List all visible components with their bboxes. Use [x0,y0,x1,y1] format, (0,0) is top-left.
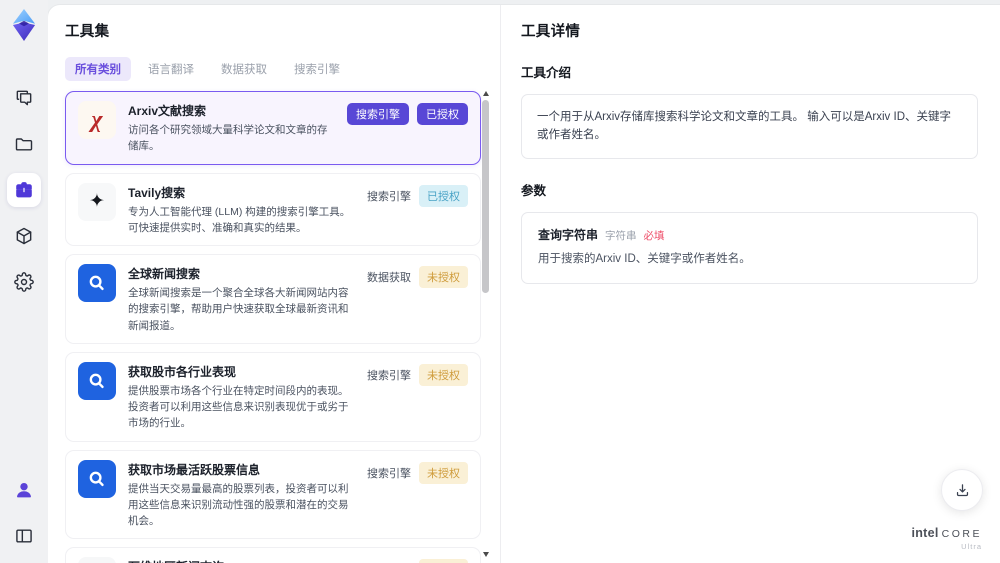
tool-description: 全球新闻搜索是一个聚合全球各大新闻网站内容的搜索引擎，帮助用户快速获取全球最新资… [128,287,349,332]
tool-card-global-news[interactable]: 全球新闻搜索 全球新闻搜索是一个聚合全球各大新闻网站内容的搜索引擎，帮助用户快速… [65,254,481,344]
tool-tags: 搜索引擎 未授权 [367,362,468,386]
detail-title: 工具详情 [521,24,581,40]
parameter-description: 用于搜索的Arxiv ID、关键字或作者姓名。 [538,252,751,265]
arxiv-icon: χ [78,101,116,139]
tool-name: 全球新闻搜索 [128,267,201,282]
category-tabs: 所有类别 语言翻译 数据获取 搜索引擎 [65,57,500,81]
category-label: 搜索引擎 [367,467,411,480]
search-icon [78,459,116,498]
status-badge: 未授权 [419,363,468,386]
tool-card-most-active-stocks[interactable]: 获取市场最活跃股票信息 提供当天交易量最高的股票列表，投资者可以利用这些信息来识… [65,449,481,540]
main-shell: 工具集 所有类别 语言翻译 数据获取 搜索引擎 χ Arxiv文献搜索 访问各个… [48,5,1000,563]
parameter-item: 查询字符串 字符串 必填 用于搜索的Arxiv ID、关键字或作者姓名。 [521,211,978,285]
tools-panel: 工具集 所有类别 语言翻译 数据获取 搜索引擎 χ Arxiv文献搜索 访问各个… [48,5,500,563]
parameter-type: 字符串 [605,229,637,242]
parameter-name: 查询字符串 [538,227,599,242]
tool-info: 获取股市各行业表现 提供股票市场各个行业在特定时间段内的表现。投资者可以利用这些… [128,362,357,432]
tool-tags: 数据获取 未授权 [367,264,468,289]
parameter-head: 查询字符串 字符串 必填 [538,226,961,243]
tab-search-engine[interactable]: 搜索引擎 [284,57,350,81]
status-badge: 已授权 [417,103,468,125]
tool-list: χ Arxiv文献搜索 访问各个研究领域大量科学论文和文章的存储库。 搜索引擎 … [65,91,481,563]
tool-description: 提供当天交易量最高的股票列表，投资者可以利用这些信息来识别流动性强的股票和潜在的… [128,482,349,528]
tool-card-arxiv[interactable]: χ Arxiv文献搜索 访问各个研究领域大量科学论文和文章的存储库。 搜索引擎 … [65,91,481,165]
person-icon [17,482,31,498]
category-label: 搜索引擎 [367,369,411,382]
tool-card-sector-performance[interactable]: 获取股市各行业表现 提供股票市场各个行业在特定时间段内的表现。投资者可以利用这些… [65,351,481,442]
list-scrollbar[interactable] [482,91,489,557]
tool-tags: 搜索引擎 已授权 [367,183,468,207]
sidebar-item-tools[interactable] [7,173,41,207]
tool-info: Tavily搜索 专为人工智能代理 (LLM) 构建的搜索引擎工具。可快速提供实… [128,183,357,237]
search-icon [78,361,116,400]
tool-detail-panel: 工具详情 工具介绍 一个用于从Arxiv存储库搜索科学论文和文章的工具。 输入可… [500,5,1000,563]
scroll-down-arrow-icon[interactable] [482,552,489,557]
tool-info: 万维地区新闻查询 查询具体行政区划内的新闻，快速了解各地新闻动 [128,557,357,563]
tool-name: Arxiv文献搜索 [128,104,207,118]
tool-tags: 搜索引擎 已授权 [347,101,468,125]
tool-card-tavily[interactable]: ✦ Tavily搜索 专为人工智能代理 (LLM) 构建的搜索引擎工具。可快速提… [65,172,481,247]
category-label: 数据获取 [367,272,411,285]
category-label: 搜索引擎 [367,190,411,203]
download-icon [956,483,968,496]
brand-tier: Ultra [961,541,982,551]
tool-description: 访问各个研究领域大量科学论文和文章的存储库。 [128,124,328,153]
category-badge: 搜索引擎 [347,103,409,125]
folder-icon [15,138,33,151]
status-badge: 未授权 [419,266,468,289]
tool-description: 专为人工智能代理 (LLM) 构建的搜索引擎工具。可快速提供实时、准确和真实的结… [128,205,351,234]
panel-layout-icon [16,529,32,543]
sidebar-item-files[interactable] [7,127,41,161]
status-badge: 已授权 [419,184,468,207]
tool-tags: 搜索引擎 未授权 [367,557,468,563]
parameter-required-flag: 必填 [643,229,665,242]
tool-tags: 搜索引擎 未授权 [367,460,468,484]
status-badge: 未授权 [419,461,468,484]
tab-language-translation[interactable]: 语言翻译 [138,57,204,81]
app-logo-icon [12,9,36,41]
sidebar-item-chat[interactable] [7,81,41,115]
chat-icon [16,90,32,106]
intro-heading: 工具介绍 [521,66,572,80]
params-heading: 参数 [521,183,547,198]
brand-name: intel [911,526,939,540]
tool-card-regional-news[interactable]: 万维地区新闻查询 查询具体行政区划内的新闻，快速了解各地新闻动 搜索引擎 未授权 [65,547,481,563]
tool-name: 万维地区新闻查询 [128,558,357,563]
intel-core-logo: intel CORE Ultra [911,527,982,550]
page-title: 工具集 [65,24,110,40]
status-badge: 未授权 [419,559,468,563]
briefcase-icon [16,182,32,198]
tool-name: Tavily搜索 [128,185,186,200]
tool-info: Arxiv文献搜索 访问各个研究领域大量科学论文和文章的存储库。 [128,101,337,155]
tool-info: 获取市场最活跃股票信息 提供当天交易量最高的股票列表，投资者可以利用这些信息来识… [128,460,357,530]
download-button[interactable] [941,469,983,511]
scrollbar-thumb[interactable] [482,100,489,293]
collapse-sidebar-button[interactable] [7,519,41,553]
search-icon [78,264,116,303]
tool-name: 获取股市各行业表现 [128,364,237,379]
sidebar-item-settings[interactable] [7,265,41,299]
cube-icon [16,227,32,245]
tab-all-categories[interactable]: 所有类别 [65,57,131,81]
tool-info: 全球新闻搜索 全球新闻搜索是一个聚合全球各大新闻网站内容的搜索引擎，帮助用户快速… [128,264,357,334]
tool-description: 提供股票市场各个行业在特定时间段内的表现。投资者可以利用这些信息来识别表现优于或… [128,384,349,430]
newspaper-icon [78,557,116,563]
user-avatar-button[interactable] [7,473,41,507]
intro-text: 一个用于从Arxiv存储库搜索科学论文和文章的工具。 输入可以是Arxiv ID… [521,94,978,159]
brand-series: CORE [941,528,982,540]
app-rail [0,0,48,563]
sparkle-icon: ✦ [78,182,116,221]
tab-data-acquisition[interactable]: 数据获取 [211,57,277,81]
tool-name: 获取市场最活跃股票信息 [128,462,261,477]
scroll-up-arrow-icon[interactable] [482,91,489,96]
sidebar-item-packages[interactable] [7,219,41,253]
gear-icon [14,272,34,292]
